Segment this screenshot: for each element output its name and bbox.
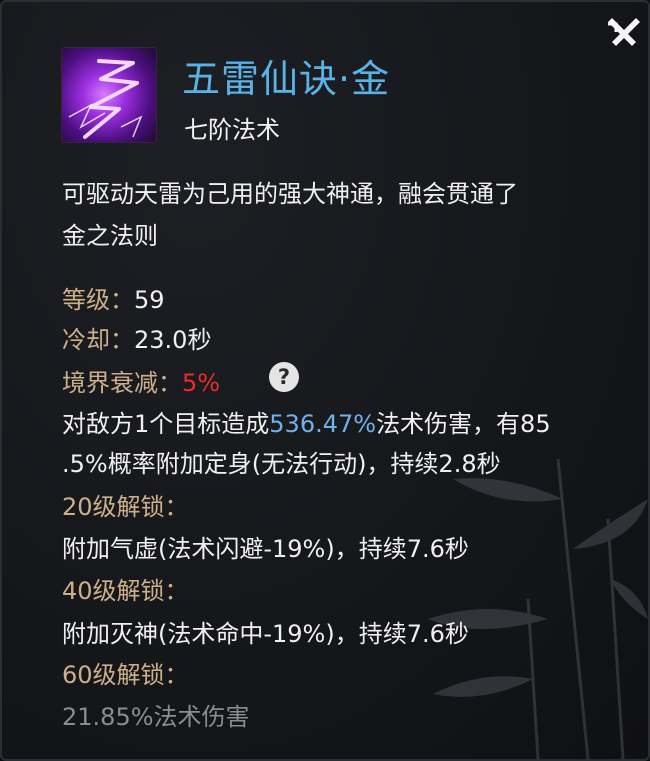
unlock-60-label: 60级解锁： — [62, 661, 189, 689]
effect-line-2: .5%概率附加定身(无法行动)，持续2.8秒 — [62, 450, 501, 478]
skill-title: 五雷仙诀·金 — [182, 57, 391, 101]
level-row: 等级：59 — [62, 280, 165, 315]
description-line-2: 金之法则 — [62, 222, 158, 250]
effect-prefix: 对敌方1个目标造成 — [62, 410, 270, 438]
level-value: 59 — [134, 286, 165, 314]
effect-damage: 536.47% — [269, 410, 377, 438]
cooldown-label: 冷却： — [62, 326, 134, 354]
unlock-40-label: 40级解锁： — [62, 577, 189, 605]
level-label: 等级： — [62, 286, 134, 314]
realm-decay-row: 境界衰减：5% — [62, 363, 220, 398]
unlock-40-text: 附加灭神(法术命中-19%)，持续7.6秒 — [62, 620, 469, 648]
cooldown-value: 23.0秒 — [134, 326, 212, 354]
effect-suffix: 法术伤害，有85 — [376, 410, 551, 438]
unlock-60-text: 21.85%法术伤害 — [62, 703, 250, 731]
effect-line-1: 对敌方1个目标造成536.47%法术伤害，有85 — [62, 404, 551, 439]
question-icon[interactable]: ? — [269, 362, 299, 392]
close-icon[interactable] — [604, 12, 644, 52]
lightning-skill-icon — [61, 47, 157, 143]
skill-rank: 七阶法术 — [184, 116, 280, 144]
unlock-20-label: 20级解锁： — [62, 493, 189, 521]
cooldown-row: 冷却：23.0秒 — [62, 320, 211, 355]
unlock-20-text: 附加气虚(法术闪避-19%)，持续7.6秒 — [62, 535, 469, 563]
realm-decay-label: 境界衰减： — [62, 369, 182, 397]
skill-tooltip-panel: 五雷仙诀·金 七阶法术 可驱动天雷为己用的强大神通，融会贯通了 金之法则 等级：… — [0, 0, 650, 761]
description-line-1: 可驱动天雷为己用的强大神通，融会贯通了 — [62, 180, 518, 208]
realm-decay-value: 5% — [182, 369, 221, 397]
